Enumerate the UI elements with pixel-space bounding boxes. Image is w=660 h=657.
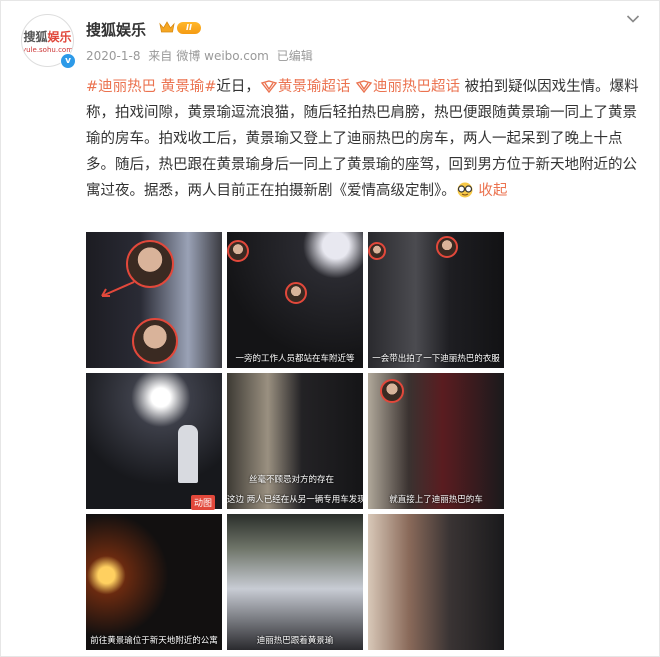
super-topic-icon bbox=[260, 80, 278, 94]
post-text-intro: 近日， bbox=[216, 79, 260, 95]
highlight-circle bbox=[380, 379, 404, 403]
post-text: #迪丽热巴 黄景瑜#近日， 黄景瑜超话 迪丽热巴超话 被拍到疑似因戏生情。爆料称，… bbox=[86, 74, 646, 204]
image-thumb-4[interactable] bbox=[86, 373, 222, 509]
gif-badge: 动图 bbox=[191, 495, 216, 510]
post-date[interactable]: 2020-1-8 bbox=[86, 49, 140, 63]
post-source[interactable]: 微博 weibo.com bbox=[176, 49, 269, 63]
arrow-icon bbox=[101, 281, 135, 297]
post-meta: 2020-1-8 来自 微博 weibo.com 已编辑 bbox=[86, 47, 317, 64]
image-thumb-2[interactable]: 一旁的工作人员都站在车附近等 bbox=[227, 232, 363, 368]
image-thumb-6[interactable]: 就直接上了迪丽热巴的车 bbox=[368, 373, 504, 509]
super-topic-link-1[interactable]: 黄景瑜超话 bbox=[260, 79, 350, 95]
super-topic-link-2[interactable]: 迪丽热巴超话 bbox=[355, 79, 460, 95]
image-caption: 一旁的工作人员都站在车附近等 bbox=[235, 354, 355, 364]
crown-icon[interactable] bbox=[159, 20, 175, 34]
super-topic-icon bbox=[355, 80, 373, 94]
image-grid: 一旁的工作人员都站在车附近等 一会带出拍了一下迪丽热巴的衣服 丝毫不顾忌对方的存… bbox=[86, 232, 506, 650]
source-prefix: 来自 bbox=[148, 49, 173, 63]
image-thumb-7[interactable]: 前往黄景瑜位于新天地附近的公寓 bbox=[86, 514, 222, 650]
level-badge[interactable]: II bbox=[177, 22, 201, 34]
image-caption: 前往黄景瑜位于新天地附近的公寓 bbox=[90, 636, 218, 646]
glasses-emoji-icon bbox=[457, 182, 473, 198]
highlight-circle bbox=[285, 282, 307, 304]
highlight-circle bbox=[368, 242, 386, 260]
collapse-link[interactable]: 收起 bbox=[478, 183, 507, 199]
image-caption: 迪丽热巴跟着黄景瑜 bbox=[256, 636, 334, 646]
image-thumb-3[interactable]: 一会带出拍了一下迪丽热巴的衣服 bbox=[368, 232, 504, 368]
verified-icon: v bbox=[60, 53, 76, 69]
highlight-circle bbox=[132, 318, 178, 364]
image-thumb-5[interactable]: 丝毫不顾忌对方的存在 这边 两人已经在从另一辆专用车发现 bbox=[227, 373, 363, 509]
image-caption: 一会带出拍了一下迪丽热巴的衣服 bbox=[372, 354, 500, 364]
image-thumb-9[interactable] bbox=[368, 514, 504, 650]
username[interactable]: 搜狐娱乐 bbox=[86, 19, 146, 40]
image-thumb-8[interactable]: 迪丽热巴跟着黄景瑜 bbox=[227, 514, 363, 650]
chevron-down-icon[interactable] bbox=[626, 14, 640, 24]
edited-label[interactable]: 已编辑 bbox=[277, 49, 313, 63]
highlight-circle bbox=[436, 236, 458, 258]
topic-link[interactable]: #迪丽热巴 黄景瑜# bbox=[86, 79, 216, 95]
image-caption: 这边 两人已经在从另一辆专用车发现 bbox=[227, 495, 363, 505]
figure-shape bbox=[178, 425, 198, 483]
image-caption: 就直接上了迪丽热巴的车 bbox=[389, 495, 483, 505]
image-overlay-text: 丝毫不顾忌对方的存在 bbox=[249, 475, 335, 485]
image-thumb-1[interactable] bbox=[86, 232, 222, 368]
post-body: 被拍到疑似因戏生情。爆料称，拍戏间隙，黄景瑜逗流浪猫，随后轻拍热巴肩膀，热巴便跟… bbox=[86, 79, 639, 199]
highlight-circle bbox=[227, 240, 249, 262]
avatar-logo: 搜狐娱乐 bbox=[23, 29, 72, 44]
